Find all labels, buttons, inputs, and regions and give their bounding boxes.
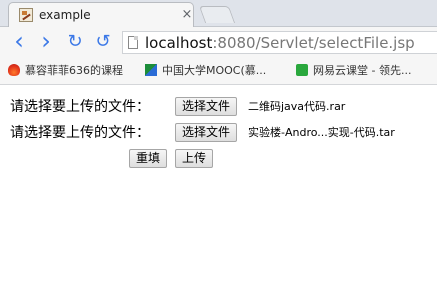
upload-label: 请选择要上传的文件： xyxy=(10,125,150,141)
url-text[interactable]: localhost:8080/Servlet/selectFile.jsp xyxy=(145,34,415,52)
page-content: 请选择要上传的文件： 选择文件 二维码java代码.rar 请选择要上传的文件：… xyxy=(0,85,437,307)
bookmark-item[interactable]: 中国大学MOOC(慕... xyxy=(145,62,266,80)
forward-icon[interactable]: › xyxy=(35,29,57,53)
study-icon xyxy=(296,64,308,76)
new-tab-button[interactable] xyxy=(198,6,236,23)
reset-button[interactable]: 重填 xyxy=(129,149,168,168)
page-favicon-icon xyxy=(19,8,33,22)
toolbar: ‹ › ↻ ↺ localhost:8080/Servlet/selectFil… xyxy=(0,27,437,58)
page-icon xyxy=(128,36,138,49)
upload-button[interactable]: 上传 xyxy=(175,149,214,168)
bookmark-item[interactable]: 网易云课堂 - 领先... xyxy=(296,62,411,80)
bookmarks-bar: 慕容菲菲636的课程 中国大学MOOC(慕... 网易云课堂 - 领先... xyxy=(0,58,437,85)
url-path: :8080/Servlet/selectFile.jsp xyxy=(212,34,415,52)
browser-window: example × ‹ › ↻ ↺ localhost:8080/Servlet… xyxy=(0,0,437,307)
address-bar[interactable]: localhost:8080/Servlet/selectFile.jsp xyxy=(122,31,437,54)
tab-title: example xyxy=(39,8,91,22)
selected-file-name: 二维码java代码.rar xyxy=(248,100,346,113)
reload-icon[interactable]: ↻ xyxy=(64,31,86,53)
bookmark-label: 中国大学MOOC(慕... xyxy=(162,64,267,77)
bookmark-label: 网易云课堂 - 领先... xyxy=(313,64,412,77)
selected-file-name: 实验楼-Andro...实现-代码.tar xyxy=(248,126,395,139)
bookmark-item[interactable]: 慕容菲菲636的课程 xyxy=(8,62,123,80)
upload-label: 请选择要上传的文件： xyxy=(10,99,150,115)
bookmark-label: 慕容菲菲636的课程 xyxy=(25,64,123,77)
choose-file-button[interactable]: 选择文件 xyxy=(175,97,238,116)
choose-file-button[interactable]: 选择文件 xyxy=(175,123,238,142)
home-icon[interactable]: ↺ xyxy=(92,31,114,53)
mooc-icon xyxy=(145,64,157,76)
url-host: localhost xyxy=(145,34,213,52)
back-icon[interactable]: ‹ xyxy=(8,29,30,53)
flame-icon xyxy=(8,64,20,76)
tab-example[interactable]: example × xyxy=(8,2,194,27)
tab-strip: example × xyxy=(0,0,437,27)
close-icon[interactable]: × xyxy=(181,7,193,23)
